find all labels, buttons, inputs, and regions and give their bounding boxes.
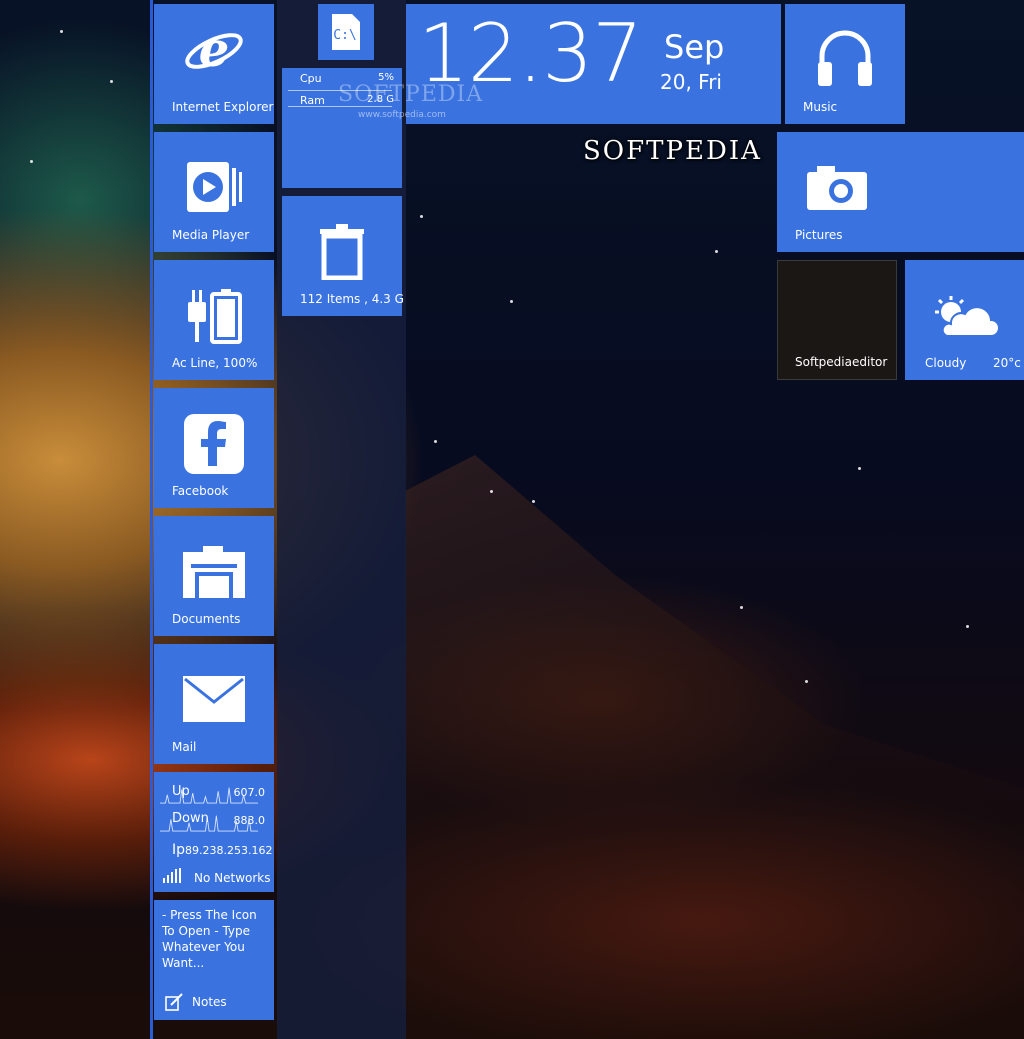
- drive-icon: C:\: [332, 14, 360, 50]
- user-account-tile[interactable]: Softpediaeditor: [777, 260, 897, 380]
- watermark-url: www.softpedia.com: [358, 110, 446, 120]
- star: [434, 440, 437, 443]
- facebook-tile[interactable]: Facebook: [154, 388, 274, 508]
- ip-address: Ip89.238.253.162: [172, 842, 273, 858]
- download-label: Down: [172, 811, 209, 826]
- clock-day: 20, Fri: [660, 70, 722, 94]
- upload-value: 607.0: [233, 786, 266, 799]
- drive-label: C:\: [333, 28, 356, 43]
- left-panel-edge: [150, 0, 153, 1039]
- documents-tile[interactable]: Documents: [154, 516, 274, 636]
- notes-tile[interactable]: - Press The Icon To Open - Type Whatever…: [154, 900, 274, 1020]
- star: [30, 160, 33, 163]
- battery-plug-icon: [184, 288, 244, 348]
- recycle-bin-tile[interactable]: 112 Items , 4.3 G: [282, 196, 404, 316]
- trash-icon: [318, 224, 366, 284]
- tile-label: Notes: [192, 995, 227, 1009]
- weather-temperature: 20°c: [993, 356, 1021, 370]
- star: [532, 500, 535, 503]
- user-name: Softpediaeditor: [795, 355, 888, 369]
- cloudy-weather-icon: [933, 296, 1000, 342]
- star: [60, 30, 63, 33]
- star: [858, 467, 861, 470]
- star: [740, 606, 743, 609]
- network-tile[interactable]: Up 607.0 Down 883.0 Ip89.238.253.162 No …: [154, 772, 274, 892]
- folder-icon: [183, 546, 245, 602]
- tile-label: Music: [803, 100, 838, 114]
- weather-condition: Cloudy: [925, 356, 967, 370]
- drive-tile[interactable]: C:\: [318, 4, 374, 60]
- tile-label: Media Player: [172, 228, 250, 242]
- star: [110, 80, 113, 83]
- notes-icon[interactable]: [164, 992, 184, 1012]
- svg-text:e: e: [199, 22, 230, 78]
- notes-text[interactable]: - Press The Icon To Open - Type Whatever…: [162, 907, 272, 971]
- star: [490, 490, 493, 493]
- headphones-icon: [816, 28, 874, 92]
- tile-label: Mail: [172, 740, 197, 754]
- network-status: No Networks: [194, 871, 271, 885]
- tile-label: Facebook: [172, 484, 229, 498]
- softpedia-watermark: SOFTPEDIA: [583, 136, 762, 166]
- signal-bars-icon: [163, 868, 181, 883]
- mail-icon: [183, 676, 245, 726]
- media-player-tile[interactable]: Media Player: [154, 132, 274, 252]
- star: [715, 250, 718, 253]
- star: [510, 300, 513, 303]
- clock-month: Sep: [664, 28, 725, 66]
- mountain-ridge: [405, 455, 1024, 1039]
- download-value: 883.0: [233, 814, 266, 827]
- battery-tile[interactable]: Ac Line, 100%: [154, 260, 274, 380]
- star: [805, 680, 808, 683]
- music-tile[interactable]: Music: [785, 4, 905, 124]
- tile-label: Internet Explorer: [172, 100, 274, 114]
- faint-watermark: SOFTPEDIA: [338, 82, 484, 107]
- tile-label: Ac Line, 100%: [172, 356, 258, 370]
- ip-label: Ip: [172, 842, 186, 858]
- camera-icon: [807, 166, 867, 214]
- tile-label: 112 Items , 4.3 G: [300, 292, 404, 306]
- internet-explorer-icon: e: [183, 20, 245, 86]
- media-player-icon: [183, 160, 245, 220]
- mail-tile[interactable]: Mail: [154, 644, 274, 764]
- facebook-icon: [184, 414, 244, 478]
- star: [966, 625, 969, 628]
- tile-label: Pictures: [795, 228, 843, 242]
- upload-label: Up: [172, 784, 190, 799]
- tile-label: Documents: [172, 612, 241, 626]
- ip-value: 89.238.253.162: [185, 844, 273, 857]
- pictures-tile[interactable]: Pictures: [777, 132, 1024, 252]
- weather-tile[interactable]: Cloudy 20°c: [905, 260, 1024, 380]
- star: [420, 215, 423, 218]
- internet-explorer-tile[interactable]: e Internet Explorer: [154, 4, 274, 124]
- cpu-label: Cpu: [300, 72, 322, 85]
